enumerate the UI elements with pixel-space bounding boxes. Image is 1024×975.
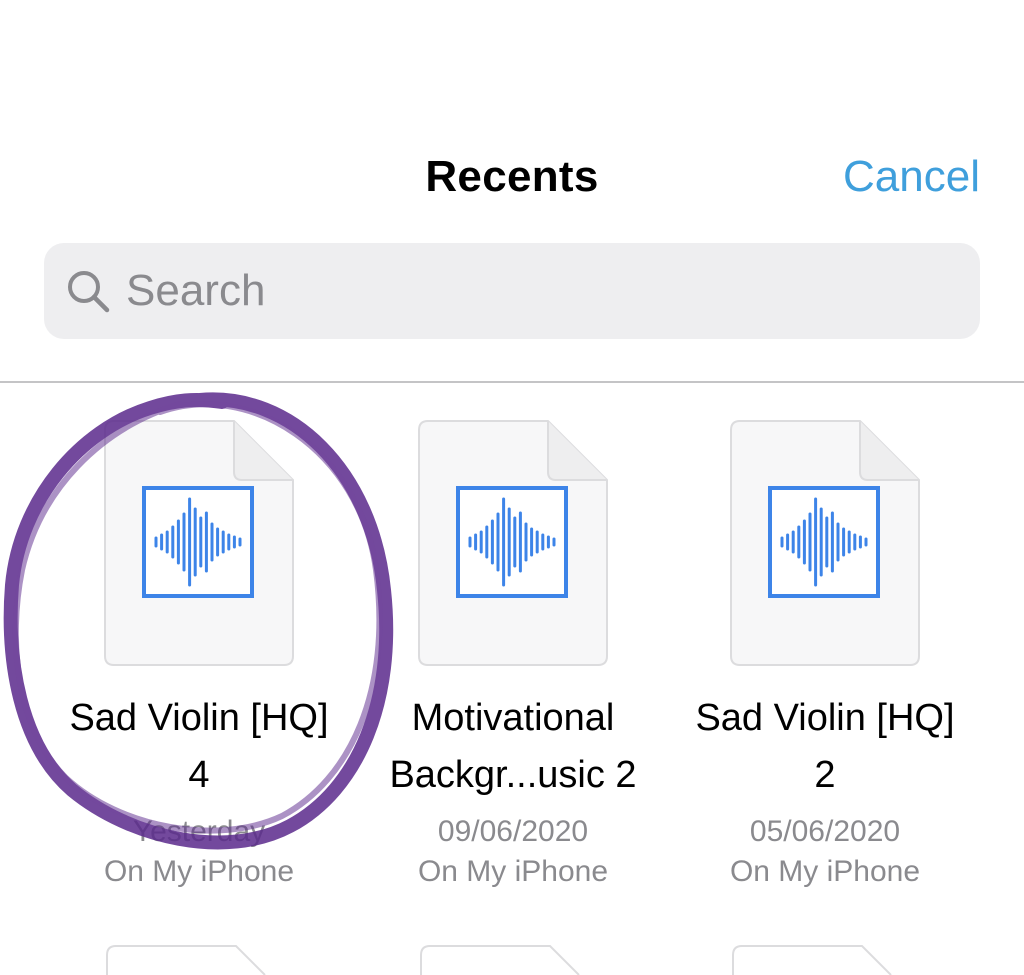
file-item[interactable]: Sad Violin [HQ] 2 05/06/2020 On My iPhon…	[665, 420, 985, 892]
search-input[interactable]	[126, 243, 946, 339]
audio-file-icon	[418, 420, 608, 666]
cancel-button[interactable]: Cancel	[843, 152, 980, 202]
audio-file-icon	[104, 420, 294, 666]
file-name: Sad Violin [HQ] 4	[69, 697, 329, 796]
file-name: Sad Violin [HQ] 2	[695, 697, 955, 796]
header-divider	[0, 381, 1024, 383]
file-date: 05/06/2020	[749, 815, 901, 848]
audio-file-icon	[730, 420, 920, 666]
file-location: On My iPhone	[417, 855, 609, 888]
file-item[interactable]: Sad Violin [HQ] 4 Yesterday On My iPhone	[39, 420, 359, 892]
file-item[interactable]: Motivational Backgr...usic 2 09/06/2020 …	[353, 420, 673, 892]
file-location: On My iPhone	[103, 855, 295, 888]
search-bar[interactable]	[44, 243, 980, 339]
file-date: Yesterday	[132, 815, 266, 848]
search-icon	[68, 271, 110, 313]
file-location: On My iPhone	[729, 855, 921, 888]
file-name: Motivational Backgr...usic 2	[389, 697, 637, 796]
next-row-file-icon	[106, 945, 266, 975]
next-row-file-icon	[420, 945, 580, 975]
file-date: 09/06/2020	[437, 815, 589, 848]
next-row-file-icon	[732, 945, 892, 975]
